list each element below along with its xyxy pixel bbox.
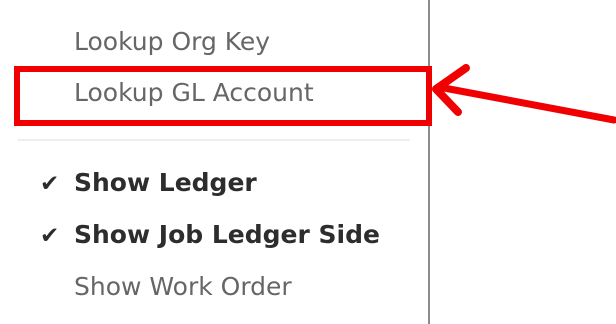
menu-item-label: Show Job Ledger Side <box>74 220 380 249</box>
checkmark-icon: ✔ <box>40 223 60 249</box>
arrow-shaft <box>440 84 616 124</box>
menu-item-show-job-ledger-side[interactable]: ✔ Show Job Ledger Side <box>40 220 380 251</box>
menu-item-show-work-order[interactable]: Show Work Order <box>74 272 292 302</box>
checkmark-icon: ✔ <box>40 171 60 197</box>
screenshot-canvas: Lookup Org Key Lookup GL Account ✔ Show L… <box>0 0 616 324</box>
menu-item-label: Show Ledger <box>74 168 257 197</box>
annotation-arrow-icon <box>432 64 616 124</box>
menu-item-lookup-org-key[interactable]: Lookup Org Key <box>74 27 270 57</box>
menu-item-lookup-gl-account[interactable]: Lookup GL Account <box>74 78 314 108</box>
menu-item-show-ledger[interactable]: ✔ Show Ledger <box>40 168 257 199</box>
menu-item-label: Show Work Order <box>74 272 292 301</box>
menu-item-label: Lookup GL Account <box>74 78 314 107</box>
menu-item-label: Lookup Org Key <box>74 27 271 56</box>
menu-divider <box>18 139 410 141</box>
context-menu: Lookup Org Key Lookup GL Account ✔ Show L… <box>0 0 430 324</box>
